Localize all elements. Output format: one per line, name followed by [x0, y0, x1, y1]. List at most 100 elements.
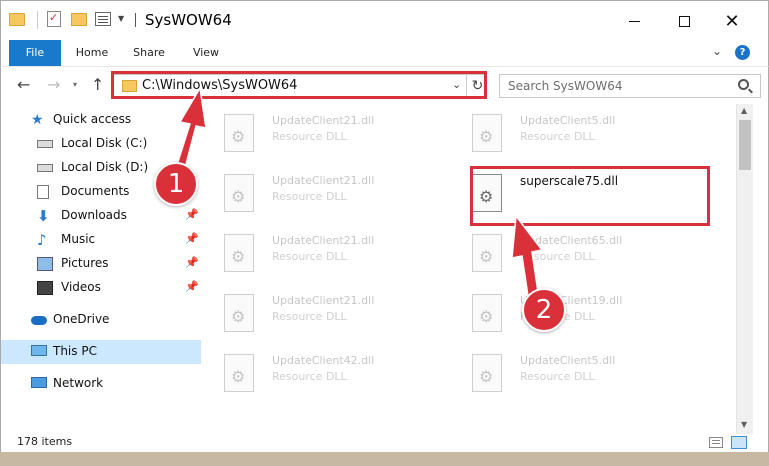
file-name: UpdateClient21.dll — [272, 114, 375, 127]
up-button[interactable]: ↑ — [91, 75, 104, 94]
background-strip — [0, 452, 769, 466]
pin-icon[interactable]: 📌 — [185, 208, 199, 221]
file-type: Resource DLL — [272, 310, 347, 323]
search-icon — [738, 79, 749, 90]
sidebar-item-pictures[interactable]: Pictures 📌 — [1, 252, 201, 276]
sidebar-item-label: Videos — [61, 280, 101, 294]
disk-icon — [37, 140, 53, 148]
file-name: UpdateClient5.dll — [520, 354, 616, 367]
close-button[interactable]: ✕ — [709, 1, 755, 41]
sidebar-item-onedrive[interactable]: OneDrive — [1, 308, 201, 332]
download-icon: ⬇ — [37, 207, 50, 225]
details-view-icon[interactable] — [709, 437, 723, 448]
search-placeholder: Search SysWOW64 — [508, 79, 623, 93]
window-title: SysWOW64 — [145, 11, 232, 29]
pin-icon[interactable]: 📌 — [185, 280, 199, 293]
sidebar-item-label: Network — [53, 376, 104, 390]
pin-icon[interactable]: 📌 — [185, 256, 199, 269]
pictures-icon — [37, 257, 53, 271]
folder-icon — [122, 80, 137, 92]
dll-file-icon — [472, 174, 502, 212]
sidebar-item-downloads[interactable]: ⬇ Downloads 📌 — [1, 204, 201, 228]
scroll-up-icon[interactable]: ▲ — [741, 106, 747, 115]
sidebar-item-label: OneDrive — [53, 312, 110, 326]
list-item[interactable]: UpdateClient21.dll Resource DLL — [202, 228, 442, 278]
sidebar-item-label: Pictures — [61, 256, 109, 270]
maximize-button[interactable] — [661, 1, 707, 41]
expand-ribbon-icon[interactable]: ⌄ — [712, 44, 722, 58]
customize-quick-access-icon[interactable] — [95, 12, 111, 26]
list-item[interactable]: UpdateClient21.dll Resource DLL — [202, 288, 442, 338]
music-icon: ♪ — [37, 231, 47, 249]
file-type: Resource DLL — [272, 130, 347, 143]
help-icon[interactable]: ? — [735, 45, 750, 60]
file-name: UpdateClient65.dll — [520, 234, 623, 247]
pin-icon[interactable]: 📌 — [185, 232, 199, 245]
sidebar-item-label: Downloads — [61, 208, 127, 222]
navigation-pane: ★ Quick access Local Disk (C:) Local Dis… — [0, 104, 202, 434]
tab-file[interactable]: File — [9, 40, 61, 66]
list-item-superscale75[interactable]: superscale75.dll — [450, 168, 690, 218]
divider — [37, 11, 38, 29]
list-item[interactable]: UpdateClient5.dll Resource DLL — [450, 348, 690, 398]
scroll-down-icon[interactable]: ▼ — [741, 420, 747, 429]
sidebar-item-network[interactable]: Network — [1, 372, 201, 396]
address-path[interactable]: C:\Windows\SysWOW64 — [142, 78, 297, 93]
file-name: UpdateClient5.dll — [520, 114, 616, 127]
file-name: UpdateClient21.dll — [272, 294, 375, 307]
file-type: Resource DLL — [520, 250, 595, 263]
file-type: Resource DLL — [272, 370, 347, 383]
sidebar-item-local-disk-c[interactable]: Local Disk (C:) — [1, 132, 201, 156]
this-pc-icon — [31, 345, 47, 356]
onedrive-icon — [31, 316, 47, 325]
back-button[interactable]: ← — [17, 75, 30, 94]
sidebar-item-this-pc[interactable]: This PC — [1, 340, 201, 364]
star-icon: ★ — [31, 112, 44, 128]
large-icons-view-icon[interactable] — [731, 436, 747, 449]
new-folder-icon[interactable] — [71, 13, 87, 26]
address-bar[interactable]: C:\Windows\SysWOW64 ⌄ ↻ — [113, 74, 487, 98]
item-count: 178 items — [17, 435, 73, 448]
tab-share[interactable]: Share — [125, 40, 173, 66]
recent-locations-icon[interactable]: ▾ — [73, 80, 77, 89]
file-name: UpdateClient21.dll — [272, 234, 375, 247]
forward-button[interactable]: → — [47, 75, 60, 94]
address-dropdown-icon[interactable]: ⌄ — [452, 78, 461, 91]
disk-icon — [37, 164, 53, 172]
sidebar-item-label: Documents — [61, 184, 130, 198]
sidebar-item-videos[interactable]: Videos 📌 — [1, 276, 201, 300]
file-type: Resource DLL — [272, 190, 347, 203]
file-list: UpdateClient21.dll Resource DLL UpdateCl… — [202, 104, 736, 434]
tab-view[interactable]: View — [183, 40, 229, 66]
quick-access-dropdown-icon[interactable]: ▼ — [118, 14, 124, 23]
tab-home[interactable]: Home — [69, 40, 115, 66]
list-item[interactable]: UpdateClient5.dll Resource DLL — [450, 108, 690, 158]
vertical-scrollbar[interactable]: ▲ ▼ — [736, 104, 753, 434]
sidebar-item-label: Local Disk (C:) — [61, 136, 148, 150]
file-type: Resource DLL — [520, 370, 595, 383]
list-item[interactable]: UpdateClient42.dll Resource DLL — [202, 348, 442, 398]
list-item[interactable]: UpdateClient21.dll Resource DLL — [202, 108, 442, 158]
search-input[interactable]: Search SysWOW64 — [499, 74, 761, 98]
dll-file-icon — [224, 174, 254, 212]
minimize-button[interactable] — [611, 1, 657, 41]
sidebar-item-quick-access[interactable]: ★ Quick access — [1, 108, 201, 132]
dll-file-icon — [472, 234, 502, 272]
maximize-icon — [678, 15, 690, 27]
file-name: superscale75.dll — [520, 174, 619, 188]
scrollbar-thumb[interactable] — [739, 120, 751, 170]
navigation-bar: ← → ▾ ↑ C:\Windows\SysWOW64 ⌄ ↻ Search S… — [0, 66, 769, 104]
file-name: UpdateClient42.dll — [272, 354, 375, 367]
dll-file-icon — [224, 354, 254, 392]
list-item[interactable]: UpdateClient65.dll Resource DLL — [450, 228, 690, 278]
properties-icon[interactable] — [47, 11, 61, 27]
document-icon — [37, 185, 49, 199]
sidebar-item-label: This PC — [53, 344, 97, 358]
divider — [135, 13, 136, 27]
refresh-button[interactable]: ↻ — [466, 75, 488, 97]
sidebar-item-label: Quick access — [53, 112, 132, 126]
dll-file-icon — [224, 114, 254, 152]
list-item[interactable]: UpdateClient21.dll Resource DLL — [202, 168, 442, 218]
sidebar-item-music[interactable]: ♪ Music 📌 — [1, 228, 201, 252]
list-item[interactable]: UpdateClient19.dll Resource DLL — [450, 288, 690, 338]
